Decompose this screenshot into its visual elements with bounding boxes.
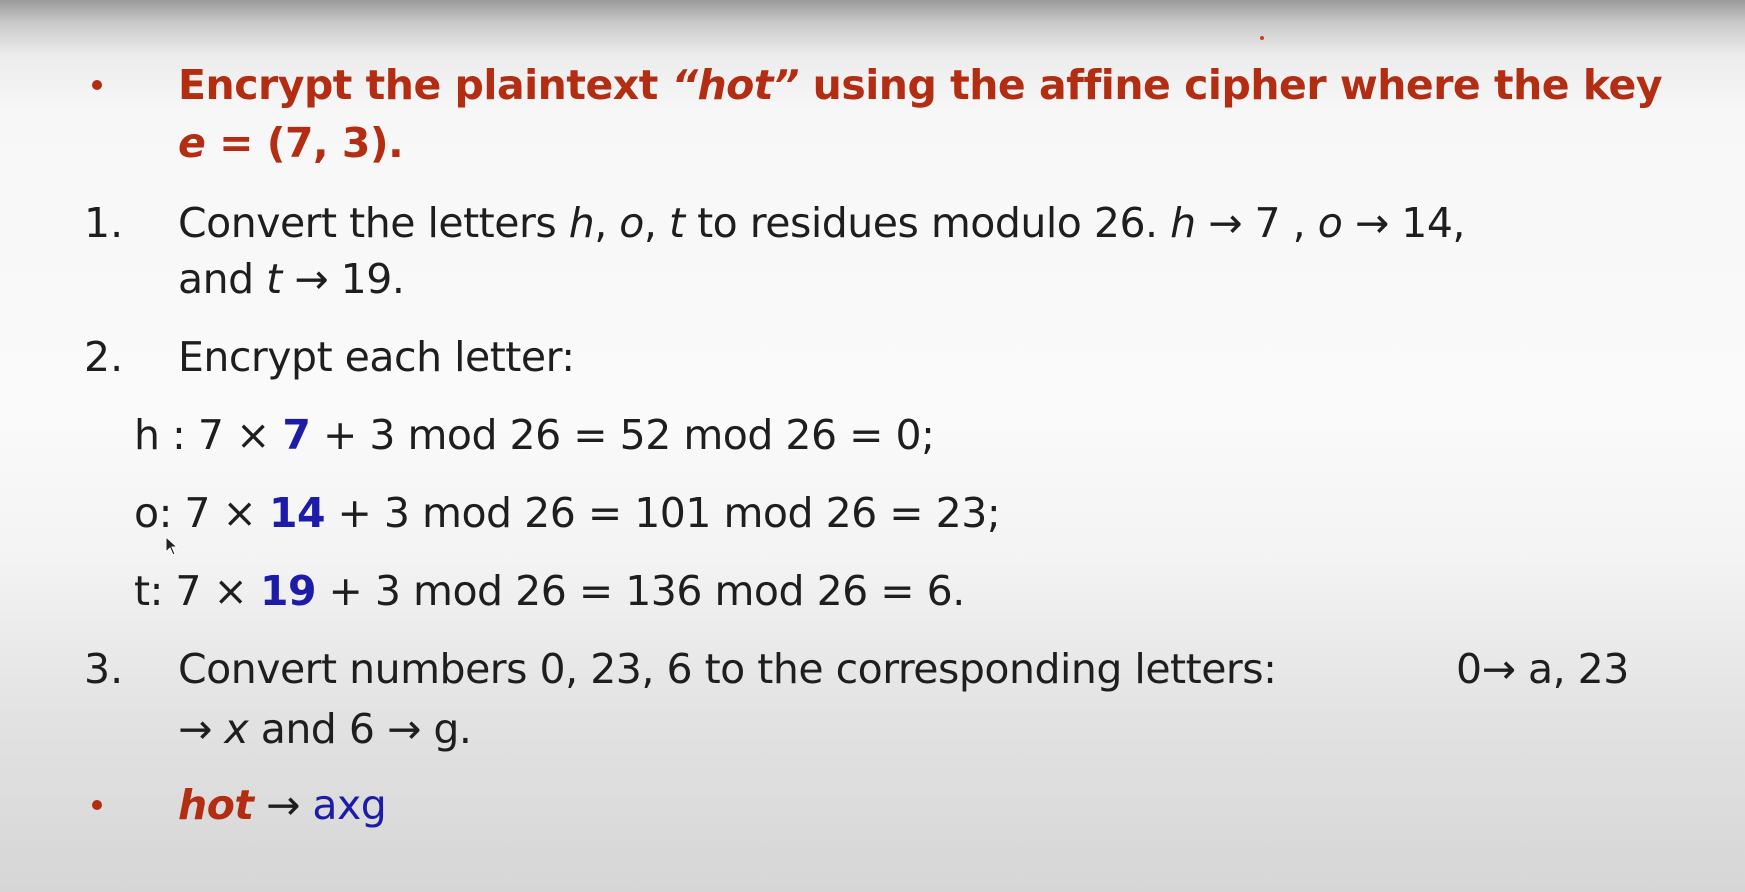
- row-value: 7: [282, 411, 311, 459]
- step-2-text: Encrypt each letter:: [178, 333, 575, 381]
- row-label: t: 7 ×: [134, 567, 260, 615]
- task-text: Encrypt the plaintext: [178, 61, 672, 109]
- letter-h-map: h: [1170, 199, 1196, 247]
- row-value: 14: [268, 489, 326, 537]
- bullet-icon: [92, 800, 102, 810]
- key-variable: e: [178, 119, 206, 167]
- row-rest: + 3 mod 26 = 136 mod 26 = 6.: [316, 567, 966, 615]
- arrow: →: [178, 705, 225, 753]
- result-line: hot → axg: [178, 776, 387, 834]
- slide: Encrypt the plaintext “hot” using the af…: [0, 0, 1745, 892]
- step-1-number: 1.: [84, 199, 124, 247]
- step-1-line-2: and t → 19.: [178, 250, 405, 308]
- encrypt-row-o: o: 7 × 14 + 3 mod 26 = 101 mod 26 = 23;: [134, 484, 1001, 542]
- letter-o-map: o: [1317, 199, 1343, 247]
- step-1-and: and: [178, 255, 267, 303]
- row-rest: + 3 mod 26 = 101 mod 26 = 23;: [325, 489, 1001, 537]
- step-1-mid: to residues modulo 26.: [684, 199, 1171, 247]
- step-3-rest: and 6 → g.: [248, 705, 472, 753]
- task-plaintext: “hot”: [671, 61, 800, 109]
- map-o: → 14,: [1342, 199, 1466, 247]
- letter-t-map: t: [266, 255, 282, 303]
- letter-h: h: [568, 199, 595, 247]
- key-value: = (7, 3).: [205, 119, 404, 167]
- step-3-number: 3.: [84, 645, 124, 693]
- row-label: o: 7 ×: [134, 489, 269, 537]
- task-text-cont: using the affine cipher where the key: [798, 61, 1663, 109]
- laser-pointer-dot: [1260, 36, 1264, 40]
- step-1-text: Convert the letters: [178, 199, 569, 247]
- map-t: → 19.: [281, 255, 405, 303]
- result-ciphertext: axg: [312, 781, 387, 829]
- mouse-cursor-icon: [165, 536, 179, 556]
- bullet-icon: [92, 80, 102, 90]
- encrypt-row-t: t: 7 × 19 + 3 mod 26 = 136 mod 26 = 6.: [134, 562, 965, 620]
- separator: ,: [643, 199, 669, 247]
- encrypt-row-h: h : 7 × 7 + 3 mod 26 = 52 mod 26 = 0;: [134, 406, 935, 464]
- result-plaintext: hot: [178, 781, 254, 829]
- step-3-text: Convert numbers 0, 23, 6 to the correspo…: [178, 645, 1277, 693]
- row-rest: + 3 mod 26 = 52 mod 26 = 0;: [310, 411, 935, 459]
- step-1-line-1: Convert the letters h, o, t to residues …: [178, 194, 1465, 252]
- task-statement: Encrypt the plaintext “hot” using the af…: [178, 56, 1663, 114]
- step-2-number: 2.: [84, 333, 124, 381]
- step-3-map-1: 0→ a, 23: [1456, 645, 1629, 693]
- result-arrow: →: [253, 781, 313, 829]
- map-h: → 7 ,: [1195, 199, 1318, 247]
- letter-t: t: [668, 199, 685, 247]
- row-label: h : 7 ×: [134, 411, 283, 459]
- letter-x: x: [224, 705, 249, 753]
- step-3-line-2: → x and 6 → g.: [178, 700, 472, 758]
- separator: ,: [594, 199, 620, 247]
- row-value: 19: [259, 567, 317, 615]
- letter-o: o: [619, 199, 644, 247]
- task-key: e = (7, 3).: [178, 114, 404, 172]
